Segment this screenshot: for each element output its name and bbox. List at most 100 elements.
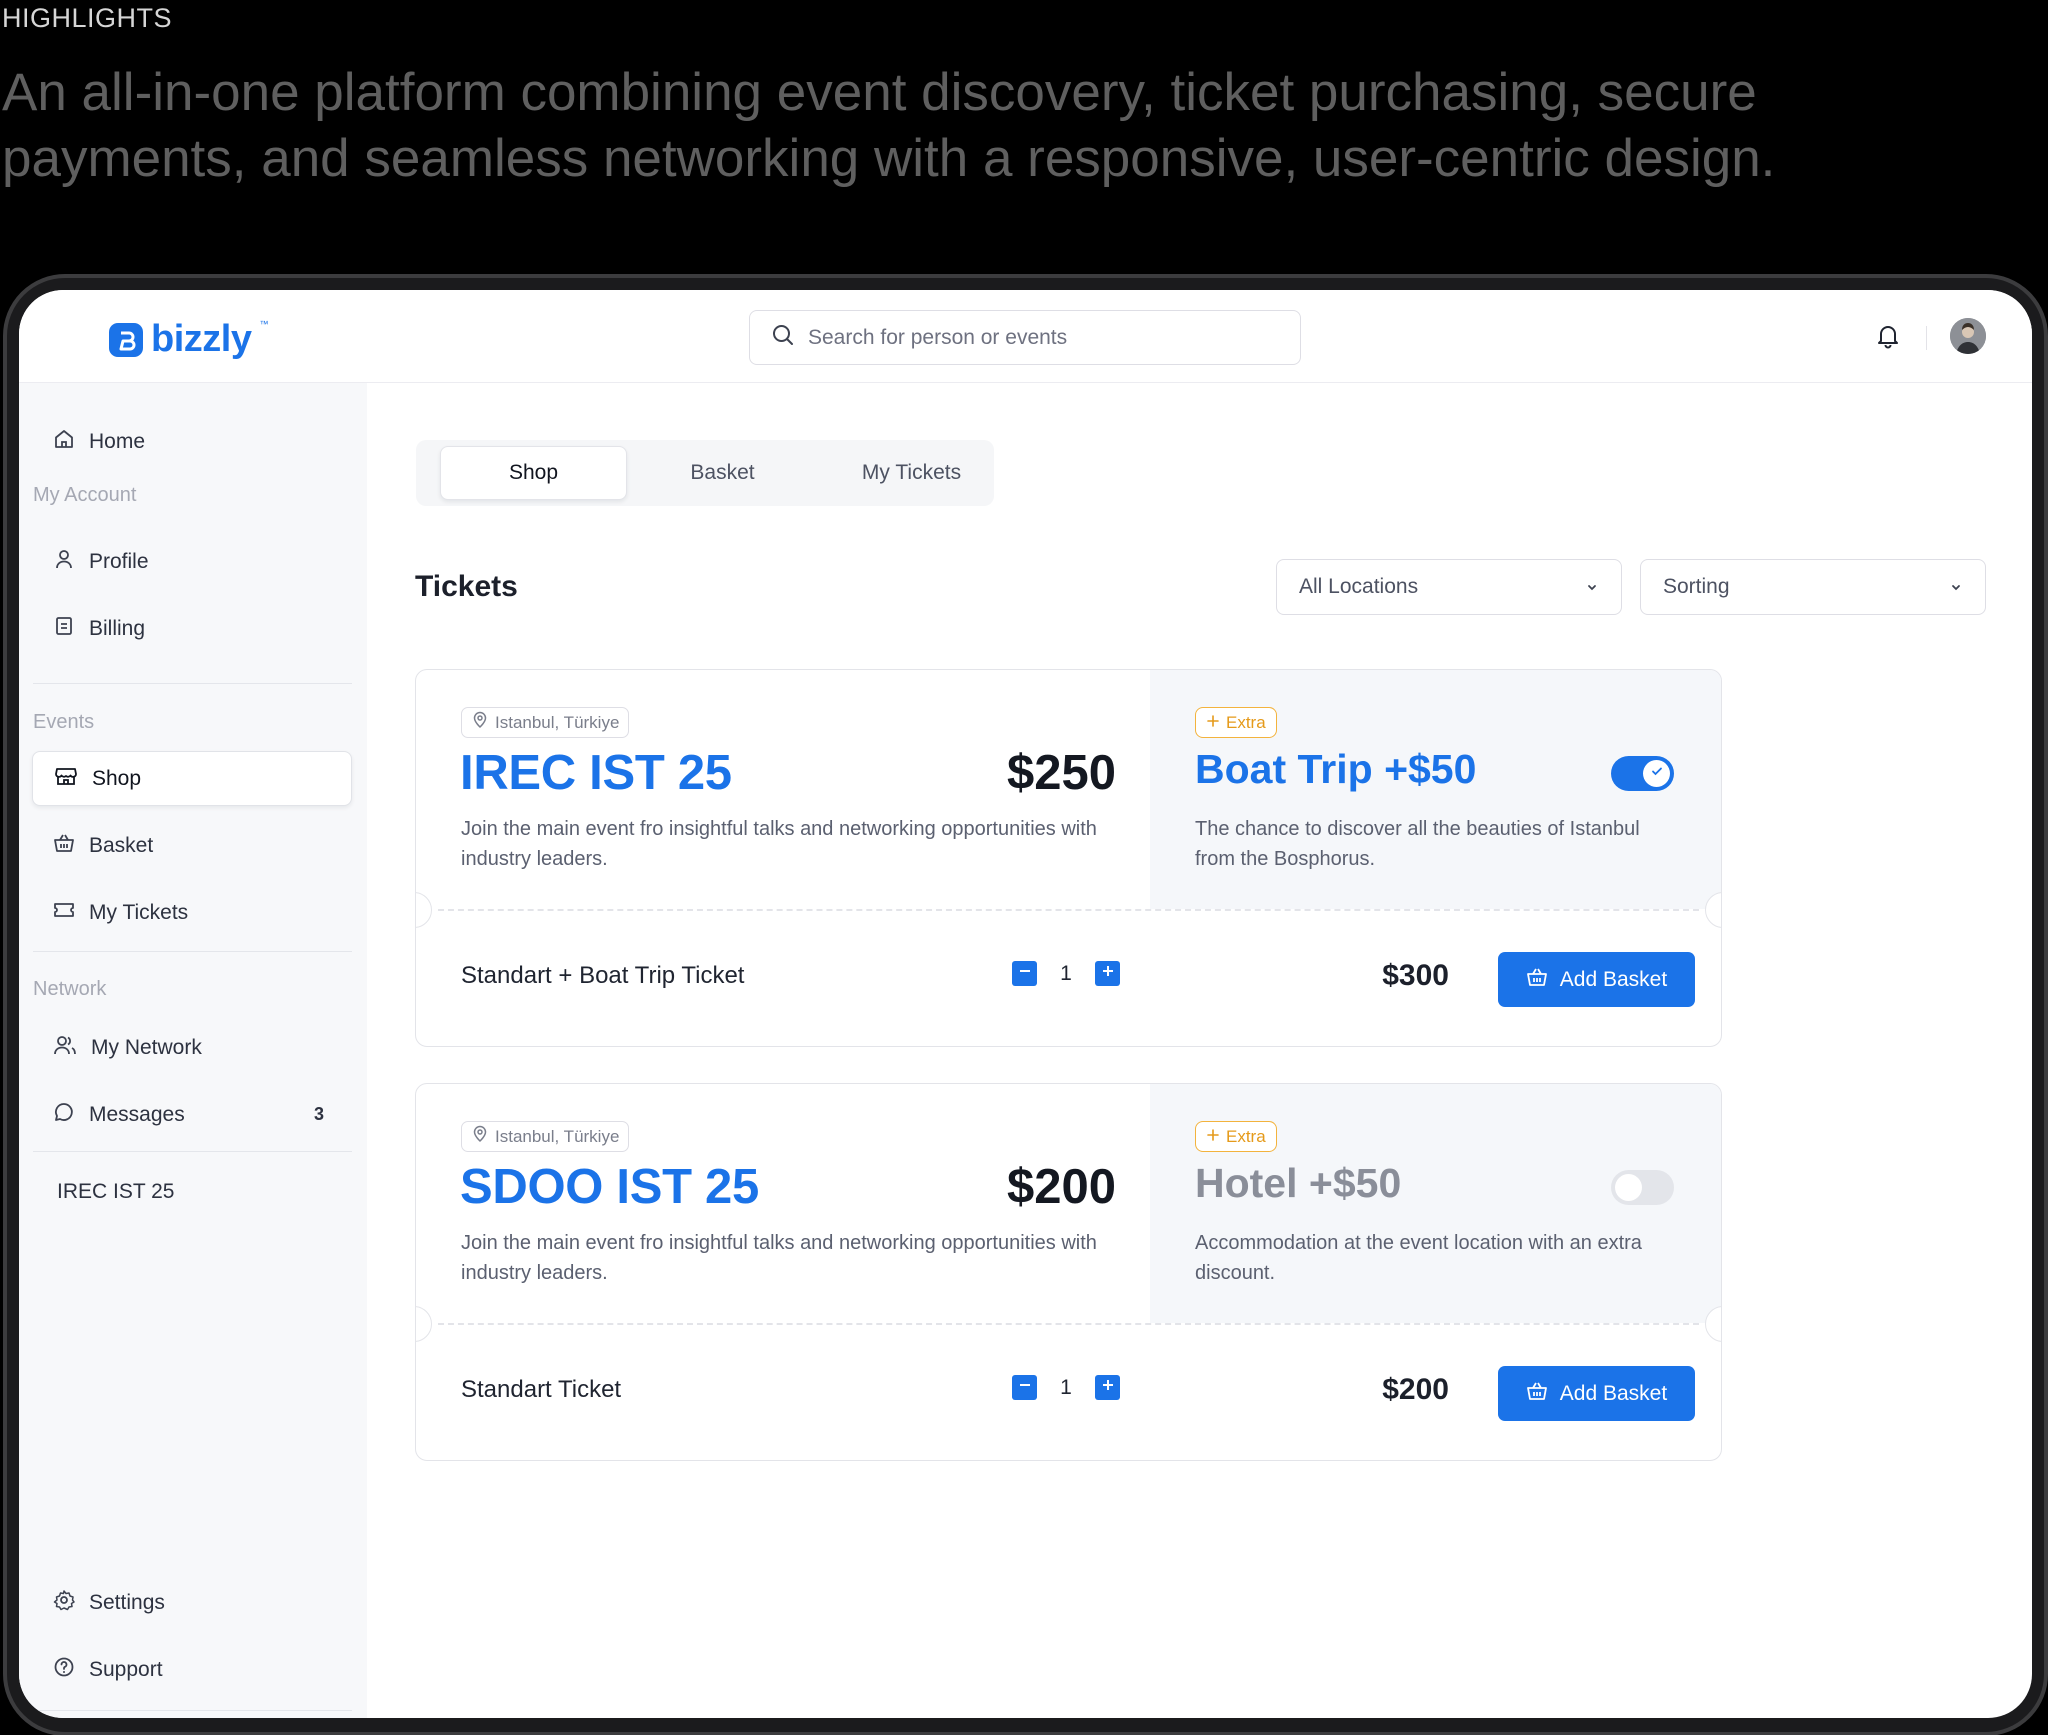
sidebar-divider	[33, 683, 352, 684]
help-circle-icon	[53, 1656, 75, 1684]
map-pin-icon	[471, 1125, 489, 1148]
add-basket-label: Add Basket	[1559, 967, 1668, 991]
sidebar-item-label: Shop	[92, 766, 142, 790]
extra-description: The chance to discover all the beauties …	[1195, 818, 1640, 870]
plus-icon	[1206, 1127, 1220, 1147]
event-description: Join the main event fro insightful talks…	[461, 818, 1097, 870]
sidebar-item-shop[interactable]: Shop	[32, 751, 352, 806]
sidebar-item-label: Support	[89, 1657, 163, 1681]
ticket-total: $200	[1382, 1373, 1449, 1406]
location-text: Istanbul, Türkiye	[495, 1126, 620, 1146]
store-icon	[54, 765, 78, 793]
tab-basket[interactable]: Basket	[629, 446, 816, 500]
bell-icon[interactable]	[1876, 323, 1900, 354]
sidebar-item-billing[interactable]: Billing	[32, 601, 352, 656]
extra-title: Hotel +$50	[1195, 1160, 1402, 1206]
extra-toggle[interactable]	[1611, 1170, 1674, 1205]
ticket-perforation	[438, 909, 1699, 911]
sidebar-item-basket[interactable]: Basket	[32, 818, 352, 873]
section-events: Events	[33, 711, 95, 733]
decrement-button[interactable]	[1012, 1375, 1037, 1400]
search-bar[interactable]	[749, 310, 1301, 365]
receipt-icon	[53, 615, 75, 643]
event-price: $200	[1006, 1160, 1116, 1214]
tab-my-tickets[interactable]: My Tickets	[818, 446, 1005, 500]
sidebar-item-my-network[interactable]: My Network	[32, 1020, 352, 1075]
map-pin-icon	[471, 711, 489, 734]
sorting-select-value: Sorting	[1663, 575, 1730, 598]
increment-button[interactable]	[1095, 961, 1120, 986]
basket-icon	[1526, 1381, 1548, 1407]
location-text: Istanbul, Türkiye	[495, 712, 620, 732]
sidebar-item-profile[interactable]: Profile	[32, 534, 352, 589]
add-basket-button[interactable]: Add Basket	[1498, 952, 1695, 1007]
section-my-account: My Account	[33, 484, 137, 506]
quantity-value: 1	[1060, 1375, 1072, 1399]
ticket-icon	[53, 899, 75, 927]
basket-icon	[53, 832, 75, 860]
event-price: $250	[1006, 746, 1116, 800]
quantity-value: 1	[1060, 961, 1072, 985]
extra-title: Boat Trip +$50	[1195, 746, 1477, 792]
basket-icon	[1526, 967, 1548, 993]
tab-shop[interactable]: Shop	[440, 446, 627, 500]
extra-badge: Extra	[1195, 1121, 1277, 1152]
ticket-card: Istanbul, Türkiye SDOO IST 25 $200 Join …	[415, 1083, 1722, 1461]
sidebar-item-home[interactable]: Home	[32, 414, 352, 469]
extra-toggle[interactable]	[1611, 756, 1674, 791]
increment-button[interactable]	[1095, 1375, 1120, 1400]
sidebar-item-label: Home	[89, 429, 146, 453]
app-screen: bizzly ™ Home My Account Profile	[19, 290, 2032, 1718]
event-description: Join the main event fro insightful talks…	[461, 1232, 1097, 1284]
minus-icon	[1018, 1378, 1032, 1397]
ticket-perforation	[438, 1323, 1699, 1325]
chevron-down-icon	[1949, 575, 1963, 599]
logo-trademark: ™	[259, 318, 269, 329]
minus-icon	[1018, 964, 1032, 983]
sidebar-item-label: Messages	[89, 1102, 185, 1126]
plus-icon	[1101, 964, 1115, 983]
home-icon	[53, 428, 75, 456]
check-icon	[1650, 764, 1664, 783]
sidebar-item-support[interactable]: Support	[32, 1642, 352, 1697]
search-icon	[772, 324, 794, 351]
sidebar: Home My Account Profile Billing Events S…	[19, 383, 367, 1718]
sidebar-event-link[interactable]: IREC IST 25	[57, 1180, 175, 1204]
extra-badge: Extra	[1195, 707, 1277, 738]
avatar[interactable]	[1950, 318, 1986, 354]
logo-text: bizzly	[151, 318, 252, 360]
ticket-name: Standart + Boat Trip Ticket	[461, 962, 745, 989]
toggle-knob	[1615, 1174, 1642, 1201]
tab-bar: Shop Basket My Tickets	[416, 440, 994, 506]
extra-description: Accommodation at the event location with…	[1195, 1232, 1642, 1284]
logo[interactable]: bizzly ™	[109, 318, 268, 361]
sidebar-divider	[33, 1151, 352, 1152]
search-input[interactable]	[808, 325, 1268, 350]
toggle-knob	[1643, 760, 1670, 787]
ticket-notch	[416, 892, 432, 928]
extra-badge-label: Extra	[1226, 1126, 1266, 1146]
sidebar-item-settings[interactable]: Settings	[32, 1575, 352, 1630]
location-select[interactable]: All Locations	[1276, 559, 1622, 615]
ticket-total: $300	[1382, 959, 1449, 992]
user-icon	[53, 548, 75, 576]
event-title: SDOO IST 25	[460, 1160, 759, 1214]
sidebar-item-messages[interactable]: Messages 3	[32, 1087, 352, 1142]
ticket-notch	[416, 1306, 432, 1342]
sidebar-item-label: Billing	[89, 616, 146, 640]
location-chip: Istanbul, Türkiye	[461, 1121, 630, 1152]
highlights-label: HIGHLIGHTS	[2, 3, 173, 33]
extra-badge-label: Extra	[1226, 712, 1266, 732]
location-chip: Istanbul, Türkiye	[461, 707, 630, 738]
decrement-button[interactable]	[1012, 961, 1037, 986]
top-bar: bizzly ™	[19, 290, 2032, 383]
logo-mark-icon	[109, 322, 143, 357]
sidebar-item-label: Profile	[89, 549, 149, 573]
add-basket-label: Add Basket	[1559, 1381, 1668, 1405]
add-basket-button[interactable]: Add Basket	[1498, 1366, 1695, 1421]
gear-icon	[53, 1589, 75, 1617]
sidebar-item-my-tickets[interactable]: My Tickets	[32, 885, 352, 940]
sidebar-item-label: My Tickets	[89, 900, 189, 924]
sorting-select[interactable]: Sorting	[1640, 559, 1986, 615]
ticket-card: Istanbul, Türkiye IREC IST 25 $250 Join …	[415, 669, 1722, 1047]
